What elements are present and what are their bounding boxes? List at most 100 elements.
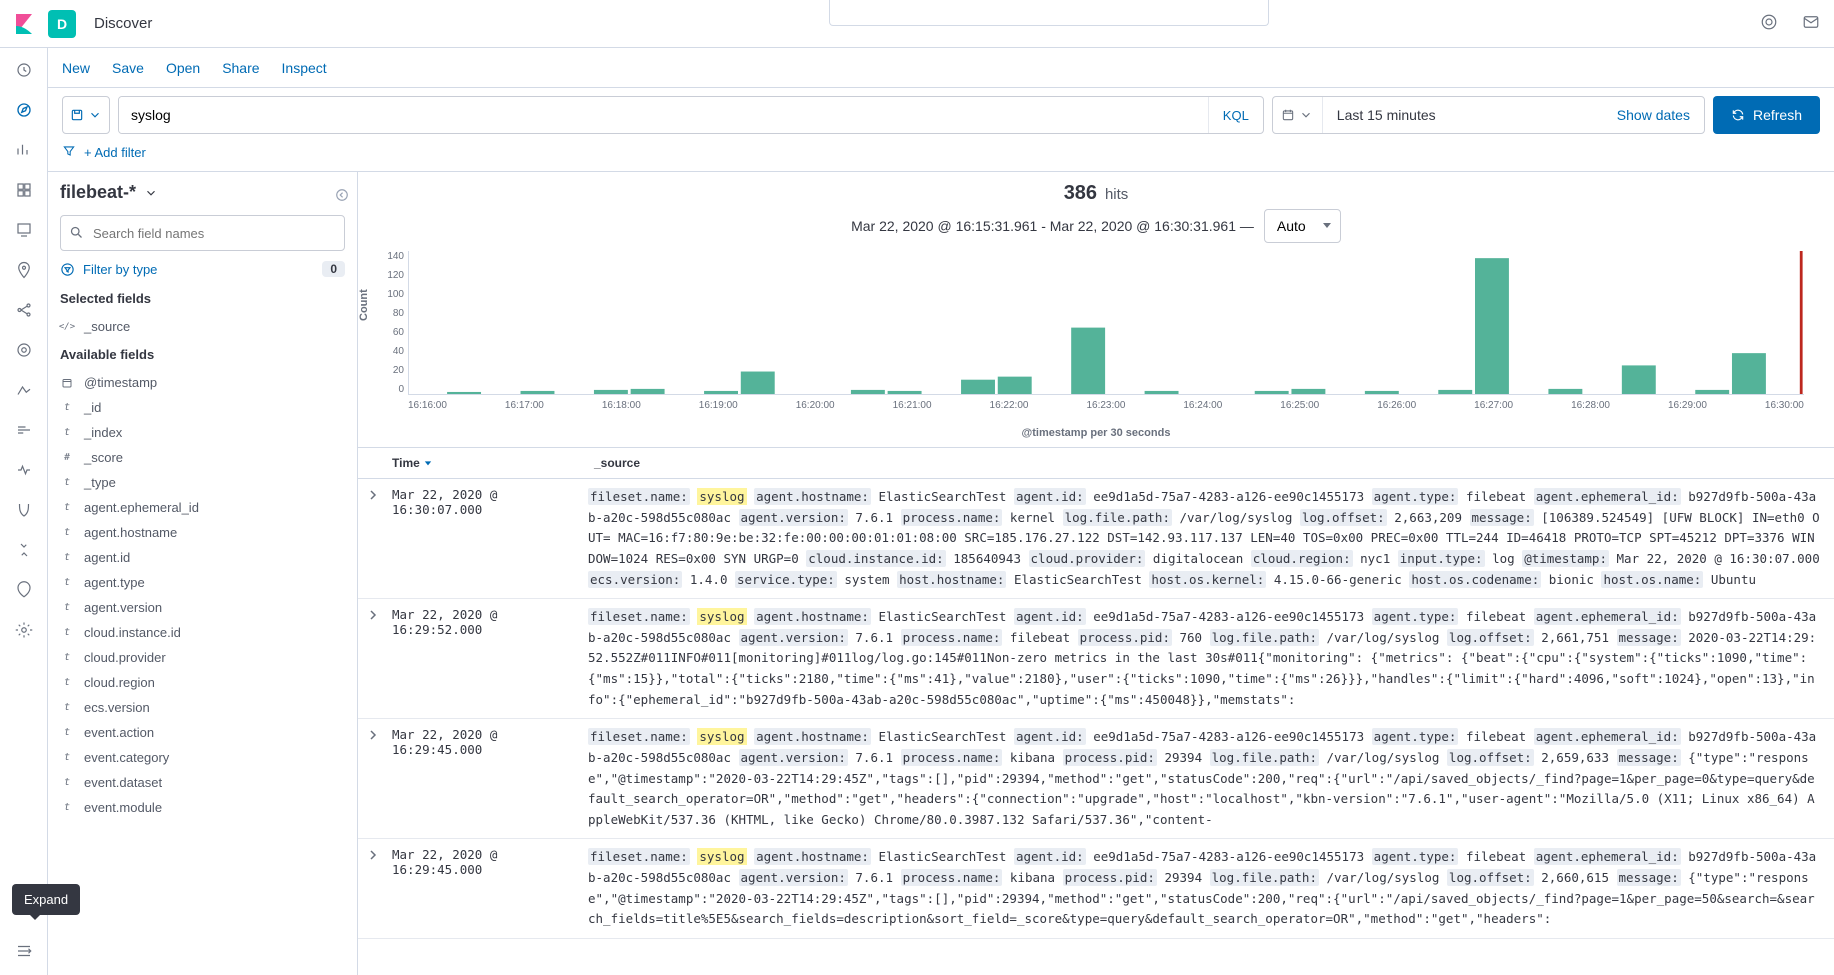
newsfeed-icon[interactable] xyxy=(1760,13,1778,34)
hits-count: 386 xyxy=(1064,182,1097,204)
field-item[interactable]: tevent.module xyxy=(60,795,345,820)
field-type-icon: t xyxy=(60,402,74,413)
filter-by-type[interactable]: Filter by type 0 xyxy=(60,261,345,277)
nav-discover-icon[interactable] xyxy=(14,100,34,120)
field-item[interactable]: tagent.hostname xyxy=(60,520,345,545)
kql-toggle[interactable]: KQL xyxy=(1208,97,1263,133)
nav-devtools-icon[interactable] xyxy=(14,540,34,560)
field-type-icon: t xyxy=(60,702,74,713)
share-link[interactable]: Share xyxy=(222,60,259,76)
nav-apm-icon[interactable] xyxy=(14,420,34,440)
doc-row: Mar 22, 2020 @ 16:29:45.000fileset.name:… xyxy=(358,839,1834,939)
index-pattern-selector[interactable]: filebeat-* xyxy=(60,182,345,203)
nav-collapse-icon[interactable] xyxy=(14,941,34,961)
nav-recent-icon[interactable] xyxy=(14,60,34,80)
field-item[interactable]: tevent.category xyxy=(60,745,345,770)
date-quick-select[interactable] xyxy=(1273,97,1323,133)
field-type-icon: t xyxy=(60,477,74,488)
doc-time: Mar 22, 2020 @ 16:29:52.000 xyxy=(388,607,588,710)
save-link[interactable]: Save xyxy=(112,60,144,76)
query-input[interactable] xyxy=(119,97,1208,133)
field-item[interactable]: @timestamp xyxy=(60,370,345,395)
field-item[interactable]: tagent.id xyxy=(60,545,345,570)
doc-time: Mar 22, 2020 @ 16:30:07.000 xyxy=(388,487,588,590)
show-dates-link[interactable]: Show dates xyxy=(1603,97,1704,133)
nav-ml-icon[interactable] xyxy=(14,300,34,320)
field-type-icon xyxy=(60,377,74,389)
top-header: D Discover xyxy=(0,0,1834,48)
fields-sidebar: filebeat-* Filter by type 0 Selected fie… xyxy=(48,172,358,975)
filter-bar: + Add filter xyxy=(48,138,1834,172)
y-axis-label: Count xyxy=(358,289,370,321)
selected-fields-title: Selected fields xyxy=(60,291,345,306)
field-item[interactable]: tcloud.region xyxy=(60,670,345,695)
nav-maps-icon[interactable] xyxy=(14,260,34,280)
collapse-sidebar-icon[interactable] xyxy=(335,186,349,207)
field-item[interactable]: tcloud.instance.id xyxy=(60,620,345,645)
field-type-icon: t xyxy=(60,602,74,613)
kibana-logo-icon[interactable] xyxy=(12,12,36,36)
expand-row-icon[interactable] xyxy=(358,727,388,830)
saved-query-button[interactable] xyxy=(62,96,110,134)
field-type-icon: t xyxy=(60,802,74,813)
search-fields-input[interactable] xyxy=(60,215,345,251)
field-item[interactable]: tagent.ephemeral_id xyxy=(60,495,345,520)
field-item[interactable]: tagent.version xyxy=(60,595,345,620)
doc-source: fileset.name: syslog agent.hostname: Ela… xyxy=(588,847,1834,930)
field-item[interactable]: tagent.type xyxy=(60,570,345,595)
field-type-icon: </> xyxy=(60,322,74,332)
field-item[interactable]: #_score xyxy=(60,445,345,470)
nav-monitoring-icon[interactable] xyxy=(14,580,34,600)
field-item[interactable]: tevent.action xyxy=(60,720,345,745)
field-type-icon: t xyxy=(60,652,74,663)
field-item[interactable]: tcloud.provider xyxy=(60,645,345,670)
field-type-icon: t xyxy=(60,677,74,688)
expand-row-icon[interactable] xyxy=(358,487,388,590)
nav-siem-icon[interactable] xyxy=(14,500,34,520)
doc-row: Mar 22, 2020 @ 16:30:07.000fileset.name:… xyxy=(358,479,1834,599)
space-badge[interactable]: D xyxy=(48,10,76,38)
field-type-icon: t xyxy=(60,527,74,538)
breadcrumb: Discover xyxy=(94,15,152,32)
field-item[interactable]: t_type xyxy=(60,470,345,495)
refresh-button[interactable]: Refresh xyxy=(1713,96,1820,134)
nav-canvas-icon[interactable] xyxy=(14,220,34,240)
search-icon xyxy=(69,225,84,240)
doc-row: Mar 22, 2020 @ 16:29:45.000fileset.name:… xyxy=(358,719,1834,839)
nav-dashboard-icon[interactable] xyxy=(14,180,34,200)
field-type-icon: t xyxy=(60,627,74,638)
nav-logs-icon[interactable] xyxy=(14,380,34,400)
header-dropdown-placeholder xyxy=(829,0,1269,26)
field-item[interactable]: t_id xyxy=(60,395,345,420)
x-axis-label: @timestamp per 30 seconds xyxy=(358,423,1834,447)
expand-row-icon[interactable] xyxy=(358,847,388,930)
nav-metrics-icon[interactable] xyxy=(14,340,34,360)
nav-uptime-icon[interactable] xyxy=(14,460,34,480)
filter-icon[interactable] xyxy=(62,144,76,161)
new-link[interactable]: New xyxy=(62,60,90,76)
field-type-icon: t xyxy=(60,427,74,438)
field-type-icon: t xyxy=(60,552,74,563)
histogram-chart[interactable]: Count 140120100806040200 16:16:0016:17:0… xyxy=(358,251,1834,419)
nav-visualize-icon[interactable] xyxy=(14,140,34,160)
field-item[interactable]: tecs.version xyxy=(60,695,345,720)
nav-management-icon[interactable] xyxy=(14,620,34,640)
available-fields-title: Available fields xyxy=(60,347,345,362)
time-column-header[interactable]: Time xyxy=(388,456,588,470)
expand-row-icon[interactable] xyxy=(358,607,388,710)
date-range-text[interactable]: Last 15 minutes xyxy=(1323,97,1603,133)
results-pane: 386 hits Mar 22, 2020 @ 16:15:31.961 - M… xyxy=(358,172,1834,975)
mail-icon[interactable] xyxy=(1802,13,1820,34)
field-type-icon: t xyxy=(60,502,74,513)
field-item[interactable]: t_index xyxy=(60,420,345,445)
inspect-link[interactable]: Inspect xyxy=(282,60,327,76)
open-link[interactable]: Open xyxy=(166,60,200,76)
filter-count-badge: 0 xyxy=(322,261,345,277)
field-type-icon: t xyxy=(60,727,74,738)
field-item[interactable]: tevent.dataset xyxy=(60,770,345,795)
hits-label: hits xyxy=(1105,186,1128,203)
add-filter-link[interactable]: + Add filter xyxy=(84,145,146,160)
field-item[interactable]: </>_source xyxy=(60,314,345,339)
interval-select[interactable]: Auto xyxy=(1264,209,1341,243)
doc-time: Mar 22, 2020 @ 16:29:45.000 xyxy=(388,847,588,930)
